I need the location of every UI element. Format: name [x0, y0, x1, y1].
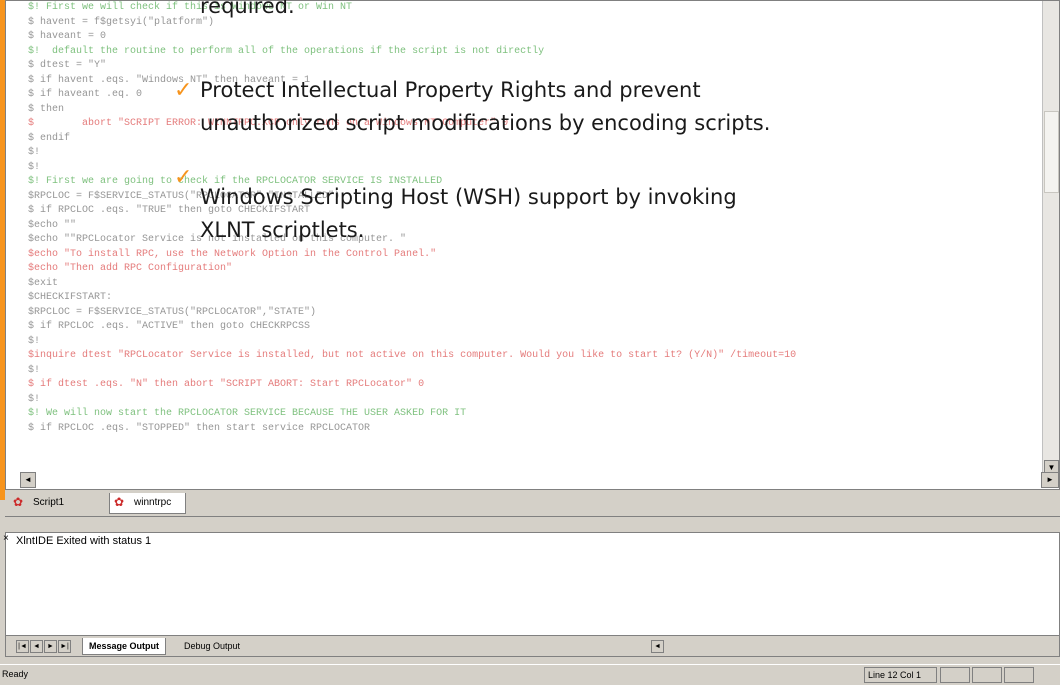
scroll-right-arrow-icon[interactable]: ►: [1041, 472, 1059, 488]
tab-winntrpc[interactable]: ✿ winntrpc: [109, 493, 187, 514]
pane-gripper-icon[interactable]: ×: [3, 533, 9, 544]
code-line: $!: [28, 147, 41, 158]
code-line: $echo "Then add RPC Configuration": [28, 263, 233, 274]
code-line: $ haveant = 0: [28, 31, 107, 42]
code-line: $ if RPCLOC .eqs. "ACTIVE" then goto CHE…: [28, 321, 311, 332]
tab-label: winntrpc: [134, 497, 172, 508]
status-text: Ready: [2, 669, 29, 679]
document-tabs: ✿ Script1 ✿ winntrpc: [5, 490, 1060, 517]
output-hscroll-left-icon[interactable]: ◄: [651, 640, 664, 653]
code-line: $ if RPCLOC .eqs. "STOPPED" then start s…: [28, 422, 371, 434]
code-line: $CHECKIFSTART:: [28, 292, 113, 303]
tab-label: Script1: [33, 497, 65, 508]
code-line: $exit: [28, 277, 59, 289]
first-tab-icon[interactable]: |◄: [16, 640, 29, 653]
code-line: $! default the routine to perform all of…: [28, 45, 545, 57]
status-bar: Ready Line 12 Col 1: [0, 664, 1060, 685]
overlay-top-line: required.: [200, 0, 295, 18]
bullet-1-line-2: unauthorized script modifications by enc…: [200, 111, 771, 135]
scroll-left-arrow-icon[interactable]: ◄: [20, 472, 36, 488]
status-cell: [940, 667, 970, 683]
code-text[interactable]: $! First we will check if this is Window…: [28, 1, 796, 436]
last-tab-icon[interactable]: ►|: [58, 640, 71, 653]
vertical-scrollbar[interactable]: ▼: [1042, 1, 1059, 476]
code-line: $!: [28, 335, 41, 347]
output-message: XlntIDE Exited with status 1: [16, 535, 152, 547]
script-file-icon: ✿: [114, 495, 125, 509]
script-file-icon: ✿: [13, 495, 24, 509]
output-pane[interactable]: × XlntIDE Exited with status 1 |◄ ◄ ► ►|…: [3, 532, 1060, 657]
code-line: $! We will now start the RPCLOCATOR SERV…: [28, 408, 467, 419]
code-line: $! First we will check if this is Window…: [28, 2, 353, 13]
code-line: $RPCLOC = F$SERVICE_STATUS("RPCLOCATOR",…: [28, 306, 317, 318]
tab-message-output[interactable]: Message Output: [82, 638, 167, 655]
code-line: $ if dtest .eqs. "N" then abort "SCRIPT …: [28, 379, 425, 390]
status-cell: [1004, 667, 1034, 683]
status-cell: [972, 667, 1002, 683]
code-line: $!: [28, 161, 41, 173]
cursor-position: Line 12 Col 1: [864, 667, 937, 683]
output-tab-bar: |◄ ◄ ► ►| Message Output Debug Output ◄: [6, 635, 1059, 656]
next-tab-icon[interactable]: ►: [44, 640, 57, 653]
code-line: $inquire dtest "RPCLocator Service is in…: [28, 350, 797, 361]
tab-script1[interactable]: ✿ Script1: [9, 493, 78, 513]
bullet-2-line-1: Windows Scripting Host (WSH) support by …: [200, 185, 737, 209]
bullet-1-line-1: Protect Intellectual Property Rights and…: [200, 78, 701, 102]
bullet-2-line-2: XLNT scriptlets.: [200, 218, 365, 242]
code-line: $!: [28, 393, 41, 405]
tab-debug-output[interactable]: Debug Output: [178, 638, 246, 654]
code-line: $echo "To install RPC, use the Network O…: [28, 248, 437, 260]
code-line: $echo ""RPCLocator Service is not instal…: [28, 234, 407, 245]
code-line: $echo "": [28, 219, 77, 231]
scrollbar-thumb[interactable]: [1044, 111, 1059, 193]
code-line: $ dtest = "Y": [28, 60, 107, 71]
code-line: $ havent = f$getsyi("platform"): [28, 16, 215, 28]
prev-tab-icon[interactable]: ◄: [30, 640, 43, 653]
code-line: $!: [28, 364, 41, 376]
